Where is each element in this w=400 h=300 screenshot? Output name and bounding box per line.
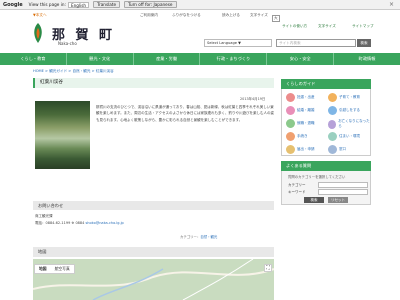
gorge-photo <box>35 101 90 169</box>
faq-keyword-input[interactable] <box>318 189 368 195</box>
contact-department: 商工観光課 <box>35 214 53 218</box>
category-line: カテゴリー：自然・観光 <box>180 234 217 239</box>
faq-category-label: カテゴリー <box>288 183 306 187</box>
faq-keyword-label: キーワード <box>288 190 306 194</box>
moving-icon <box>328 106 337 115</box>
nav-item-tourism[interactable]: 観光・文化 <box>67 53 134 65</box>
nav-item-admin[interactable]: 行政・まちづくり <box>200 53 268 65</box>
guide-item-death[interactable]: お亡くなりになったら <box>328 119 370 129</box>
translate-bar: Google View this page in: English Transl… <box>0 0 400 10</box>
translate-button[interactable]: Translate <box>93 1 121 8</box>
article-body: 那賀川の支流のひとつで、渓谷沿いに県道が通っており、春は山桜、夏は新緑、秋は紅葉… <box>96 105 274 122</box>
faq-search-button[interactable]: 検索 <box>304 197 324 203</box>
faq-panel: 質問のカテゴリーを選択してください カテゴリー キーワード 検索 リセット <box>281 171 371 205</box>
furigana-link[interactable]: ふりがなをつける <box>172 13 201 18</box>
naka-logo-icon <box>34 23 42 43</box>
search-button[interactable]: 検索 <box>357 39 371 47</box>
nav-item-industry[interactable]: 産業・労働 <box>134 53 201 65</box>
faq-note: 質問のカテゴリーを選択してください <box>288 175 346 179</box>
global-nav: くらし・教育 観光・文化 産業・労働 行政・まちづくり 安心・安全 町政情報 <box>0 53 400 65</box>
contact-email-link[interactable]: shoko@naka-cho.lg.jp <box>85 221 123 225</box>
read-aloud-link[interactable]: 読み上げる <box>222 13 240 18</box>
guide-label: 窓口 <box>339 147 346 151</box>
guide-label: 住まい・環境 <box>339 134 360 138</box>
guide-item-pregnancy[interactable]: 妊娠・出産 <box>286 93 315 102</box>
guide-label: 就職・退職 <box>297 121 315 125</box>
skip-link[interactable]: ▼本文へ <box>33 13 47 18</box>
employment-icon <box>286 119 295 128</box>
faq-heading: よくある質問 <box>281 161 371 171</box>
guide-item-counter[interactable]: 窓口 <box>328 145 346 154</box>
header-link-sitemap[interactable]: サイトマップ <box>352 24 374 29</box>
language-select[interactable]: Select Language ▼ <box>204 39 272 47</box>
category-link[interactable]: 自然・観光 <box>200 235 217 239</box>
header-link-fontsize[interactable]: 文字サイズ <box>318 24 336 29</box>
fullscreen-icon[interactable]: ⛶ <box>264 264 272 272</box>
site-subtitle: Naka-cho <box>58 41 77 46</box>
faq-category-select[interactable] <box>318 182 368 188</box>
pregnancy-icon <box>286 93 295 102</box>
language-select[interactable]: English <box>67 1 90 8</box>
guide-item-moving[interactable]: 引越しをする <box>328 106 360 115</box>
fontsize-large[interactable]: 大 <box>272 15 280 22</box>
counter-icon <box>328 145 337 154</box>
header-link-howto[interactable]: サイトの使い方 <box>282 24 307 29</box>
map-tab-satellite[interactable]: 航空写真 <box>51 265 74 273</box>
death-icon <box>328 119 337 129</box>
childcare-icon <box>328 93 337 102</box>
marriage-icon <box>286 106 295 115</box>
breadcrumb[interactable]: HOME > 観光ガイド > 自然・観光 > 紅葉川渓谷 <box>33 69 114 74</box>
guide-item-employment[interactable]: 就職・退職 <box>286 119 315 128</box>
category-label: カテゴリー： <box>180 235 201 239</box>
procedures-icon <box>286 132 295 141</box>
faq-reset-button[interactable]: リセット <box>328 197 348 203</box>
guide-item-housing[interactable]: 住まい・環境 <box>328 132 360 141</box>
contact-heading: お問い合わせ <box>33 201 274 210</box>
contact-phone: 電話：0884-62-1199 ※ 0884 <box>35 221 85 225</box>
map-heading: 地図 <box>33 247 274 257</box>
nav-item-safety[interactable]: 安心・安全 <box>267 53 335 65</box>
google-logo: Google <box>3 1 23 8</box>
publish-date: 2013年4月19日 <box>240 97 266 101</box>
map-type-tabs: 地図 航空写真 <box>34 264 75 274</box>
housing-icon <box>328 132 337 141</box>
view-label: View this page in: <box>28 2 66 7</box>
guide-item-marriage[interactable]: 結婚・離婚 <box>286 106 315 115</box>
life-guide-panel: 妊娠・出産 子育て・教育 結婚・離婚 引越しをする 就職・退職 お亡くなりになっ… <box>281 89 371 156</box>
guide-item-childcare[interactable]: 子育て・教育 <box>328 93 360 102</box>
guide-label: 引越しをする <box>339 108 360 112</box>
guide-label: 妊娠・出産 <box>297 95 315 99</box>
contact-info: 商工観光課 電話：0884-62-1199 ※ 0884 shoko@naka-… <box>35 213 124 227</box>
guide-label: お亡くなりになったら <box>338 119 370 128</box>
page-title: 紅葉川渓谷 <box>33 78 274 88</box>
guide-item-applications[interactable]: 届出・申請 <box>286 145 315 154</box>
utility-bar: ▼本文へ ご利用案内 ふりがなをつける 読み上げる 文字サイズ 小中大 <box>0 11 400 22</box>
close-icon[interactable]: × <box>389 1 394 8</box>
guide-label: 子育て・教育 <box>339 95 360 99</box>
turn-off-button[interactable]: Turn off for: Japanese <box>124 1 177 8</box>
map-tab-map[interactable]: 地図 <box>35 265 51 273</box>
fontsize-label: 文字サイズ <box>250 13 268 17</box>
applications-icon <box>286 145 295 154</box>
guide-item-procedures[interactable]: 手続き <box>286 132 308 141</box>
guide-link[interactable]: ご利用案内 <box>140 13 158 18</box>
nav-item-life[interactable]: くらし・教育 <box>0 53 67 65</box>
life-guide-heading: くらしのガイド <box>281 79 371 89</box>
nav-item-town[interactable]: 町政情報 <box>334 53 400 65</box>
guide-label: 結婚・離婚 <box>297 108 315 112</box>
guide-label: 届出・申請 <box>297 147 315 151</box>
guide-label: 手続き <box>297 134 308 138</box>
search-input[interactable]: サイト内検索 <box>276 39 356 47</box>
